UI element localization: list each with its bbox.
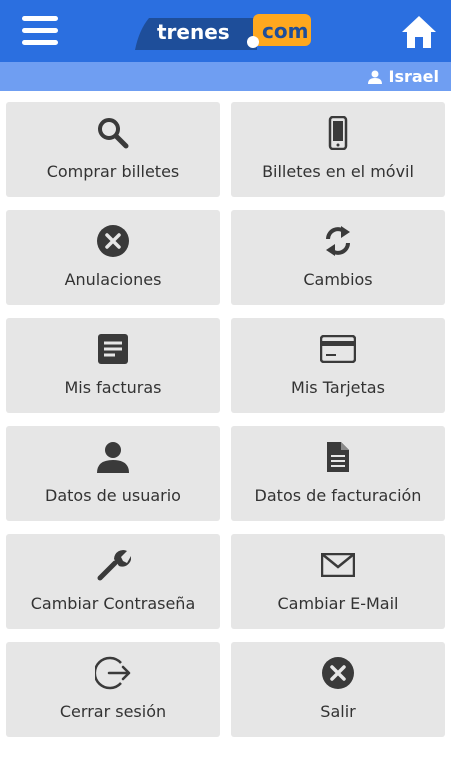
tile-datos-facturacion[interactable]: Datos de facturación: [231, 426, 445, 521]
logo-text-right: com: [262, 19, 308, 43]
tile-label: Comprar billetes: [46, 162, 180, 181]
tile-label: Cerrar sesión: [59, 702, 167, 721]
tile-label: Billetes en el móvil: [262, 162, 414, 181]
tile-datos-usuario[interactable]: Datos de usuario: [6, 426, 220, 521]
logout-icon: [6, 655, 220, 691]
tile-label: Datos de usuario: [45, 486, 181, 505]
logo-text-left: trenes: [157, 20, 230, 44]
user-small-icon: [367, 70, 382, 84]
menu-hamburger-icon[interactable]: [22, 16, 58, 46]
tile-cerrar-sesion[interactable]: Cerrar sesión: [6, 642, 220, 737]
tile-mis-tarjetas[interactable]: Mis Tarjetas: [231, 318, 445, 413]
user-bar: Israel: [0, 62, 451, 91]
trenes-logo[interactable]: trenes com: [135, 10, 315, 52]
document-lines-icon: [6, 331, 220, 367]
tile-cambiar-email[interactable]: Cambiar E-Mail: [231, 534, 445, 629]
tile-label: Salir: [320, 702, 356, 721]
tile-label: Cambios: [303, 270, 373, 289]
home-icon[interactable]: [400, 14, 438, 50]
tile-label: Cambiar E-Mail: [277, 594, 399, 613]
tile-label: Mis facturas: [64, 378, 162, 397]
tile-salir[interactable]: Salir: [231, 642, 445, 737]
envelope-icon: [231, 547, 445, 583]
tile-cambios[interactable]: Cambios: [231, 210, 445, 305]
close-circle-icon: [6, 223, 220, 259]
account-menu-grid: Comprar billetes Billetes en el móvil An…: [0, 91, 451, 763]
credit-card-icon: [231, 331, 445, 367]
tile-label: Mis Tarjetas: [291, 378, 385, 397]
tile-comprar-billetes[interactable]: Comprar billetes: [6, 102, 220, 197]
current-user: Israel: [367, 67, 440, 86]
tile-label: Anulaciones: [64, 270, 162, 289]
mobile-phone-icon: [231, 115, 445, 151]
wrench-icon: [6, 547, 220, 583]
app-header: trenes com: [0, 0, 451, 62]
tile-anulaciones[interactable]: Anulaciones: [6, 210, 220, 305]
search-icon: [6, 115, 220, 151]
user-icon: [6, 439, 220, 475]
user-name: Israel: [388, 67, 440, 86]
exit-icon: [231, 655, 445, 691]
tile-label: Datos de facturación: [254, 486, 422, 505]
tile-cambiar-contrasena[interactable]: Cambiar Contraseña: [6, 534, 220, 629]
refresh-icon: [231, 223, 445, 259]
tile-label: Cambiar Contraseña: [30, 594, 196, 613]
tile-billetes-movil[interactable]: Billetes en el móvil: [231, 102, 445, 197]
tile-mis-facturas[interactable]: Mis facturas: [6, 318, 220, 413]
file-icon: [231, 439, 445, 475]
